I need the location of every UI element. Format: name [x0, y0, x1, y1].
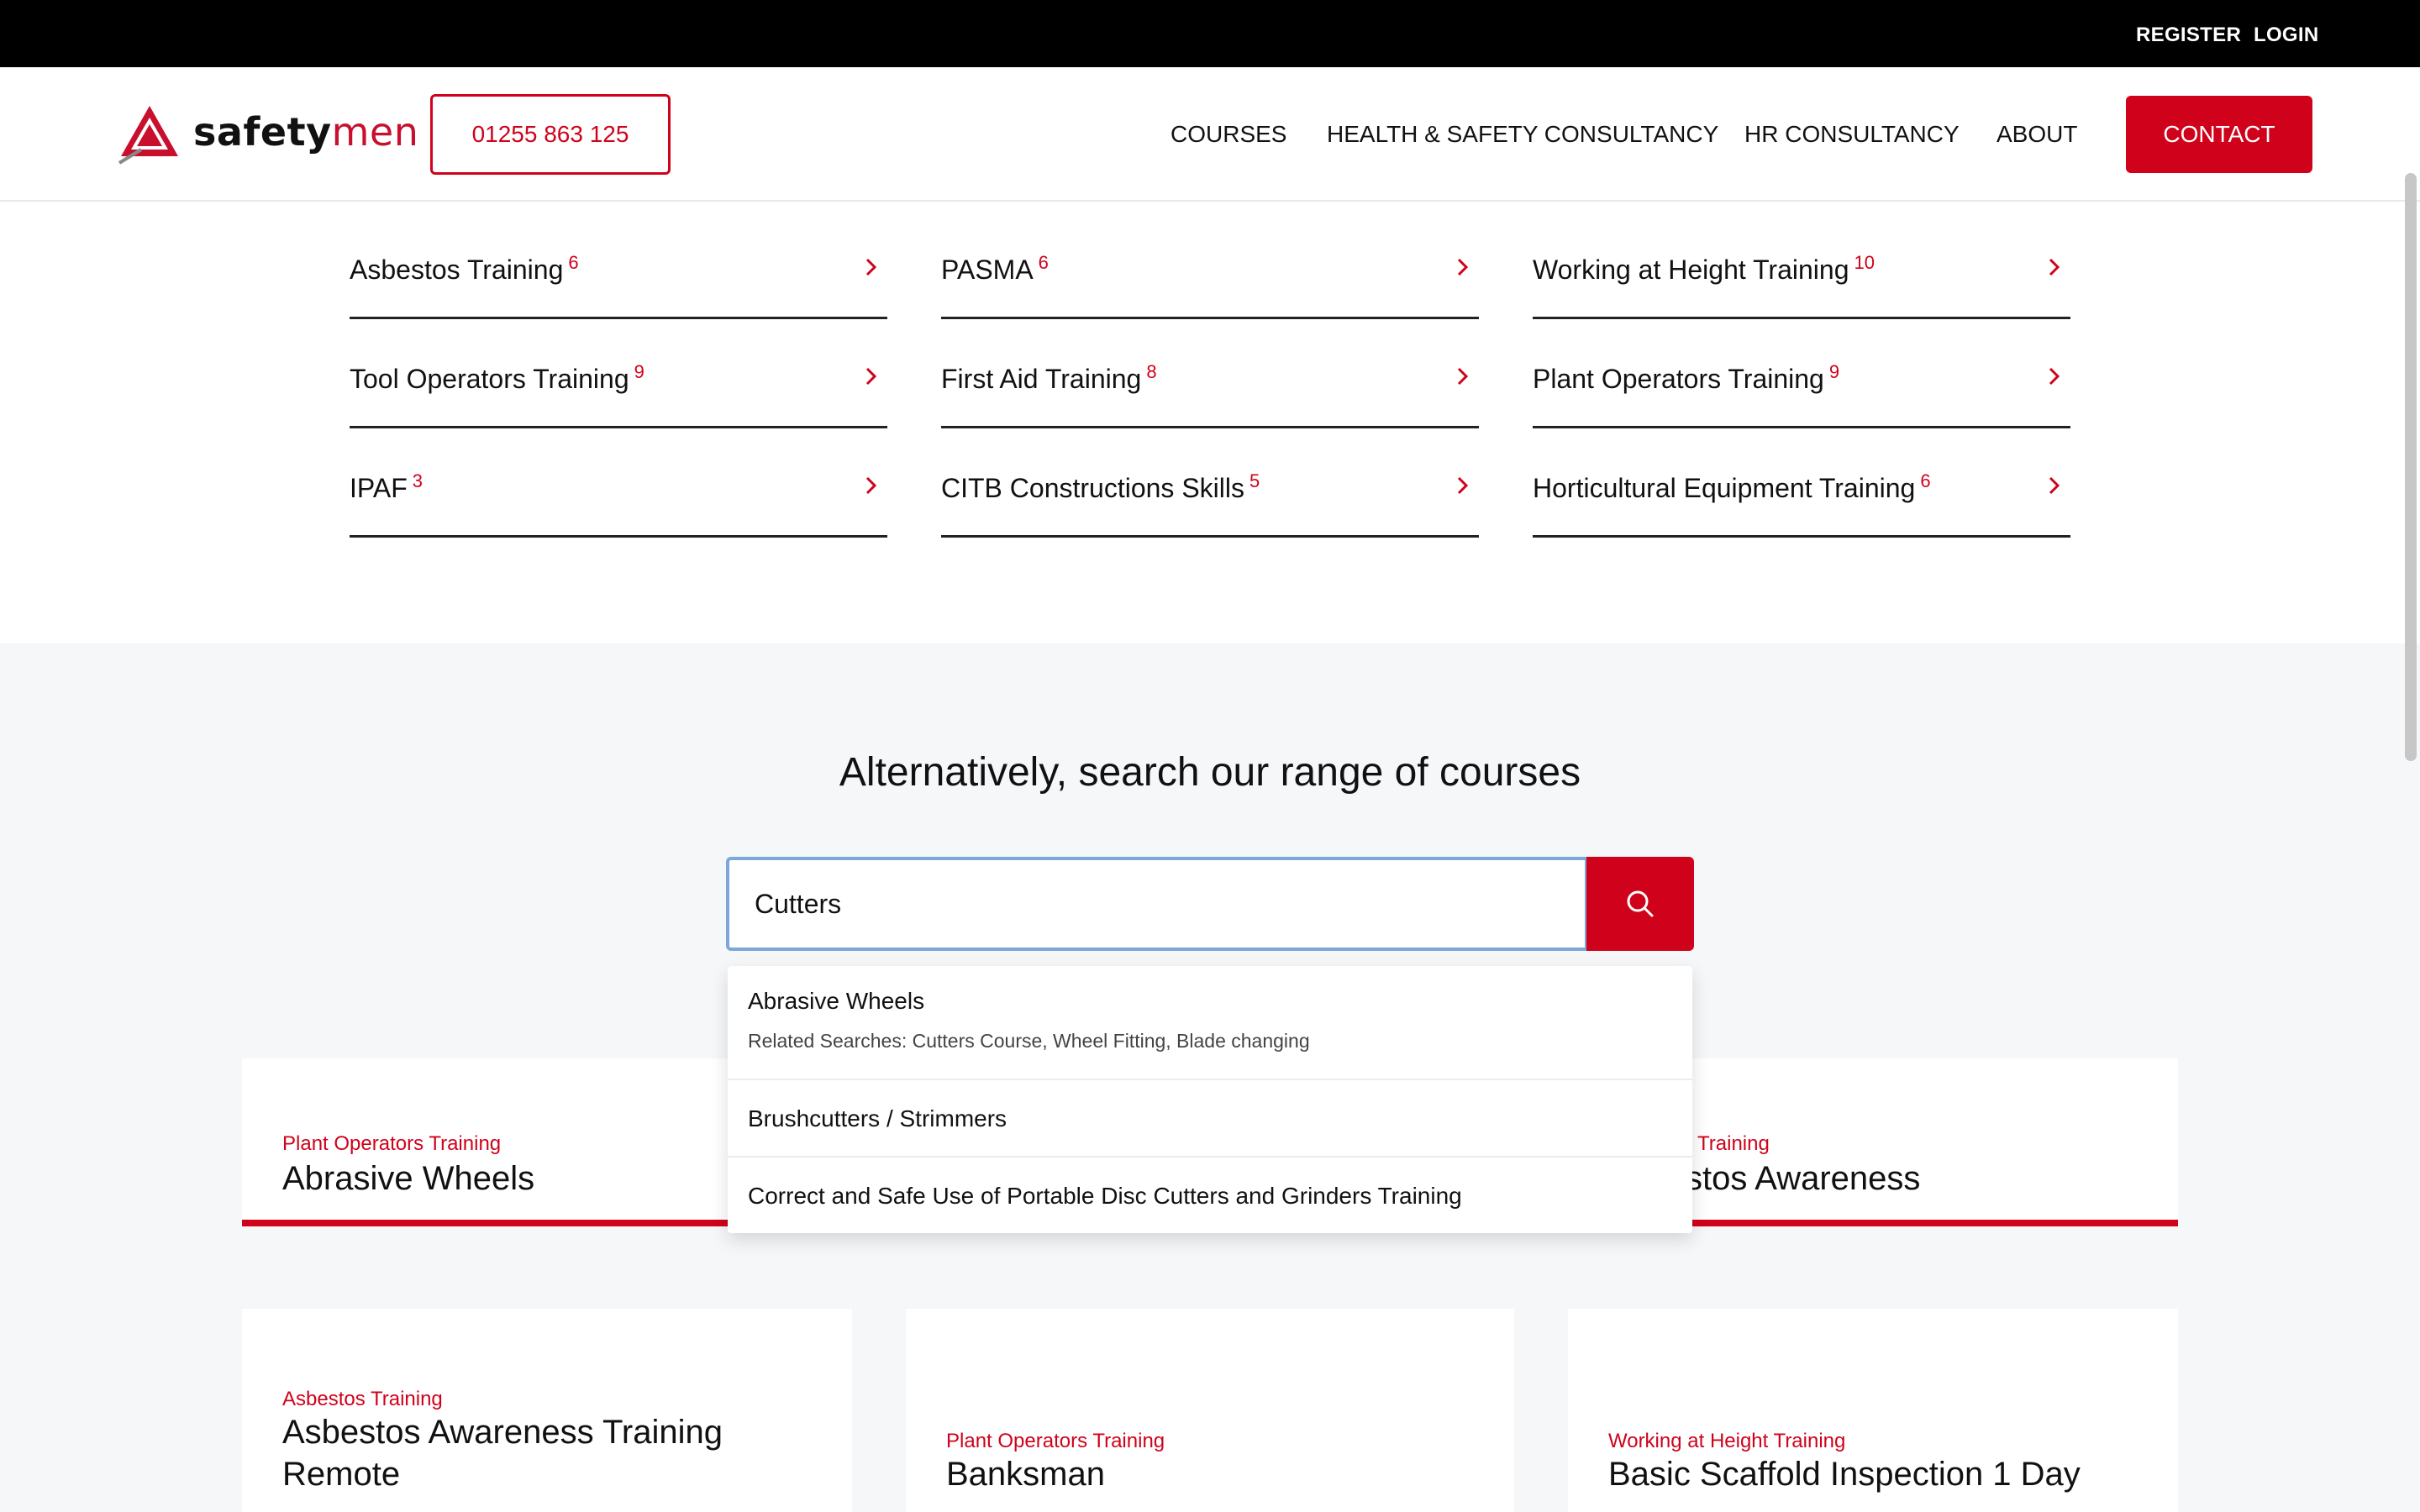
suggestion-item[interactable]: Correct and Safe Use of Portable Disc Cu…: [728, 1158, 1692, 1233]
category-item[interactable]: Asbestos Training 6: [350, 210, 887, 319]
search-input[interactable]: [726, 857, 1588, 951]
category-label: PASMA: [941, 255, 1034, 285]
category-label: Working at Height Training: [1533, 255, 1849, 285]
category-label: Plant Operators Training: [1533, 364, 1824, 394]
category-count: 10: [1854, 252, 1875, 273]
nav-health-safety-consultancy[interactable]: HEALTH & SAFETY CONSULTANCY: [1327, 121, 1718, 148]
category-label: Horticultural Equipment Training: [1533, 473, 1916, 503]
nav-courses[interactable]: COURSES: [1171, 121, 1286, 148]
category-count: 8: [1146, 361, 1157, 382]
search-suggestions: Abrasive Wheels Related Searches: Cutter…: [728, 966, 1692, 1233]
category-item[interactable]: Working at Height Training 10: [1533, 210, 2070, 319]
category-item[interactable]: CITB Constructions Skills 5: [941, 428, 1479, 538]
suggestion-title: Abrasive Wheels: [748, 988, 925, 1014]
course-card[interactable]: Working at Height Training Basic Scaffol…: [1568, 1309, 2178, 1512]
suggestion-title: Brushcutters / Strimmers: [748, 1105, 1007, 1131]
logo-text-safety: safety: [193, 109, 332, 155]
chevron-right-icon: [865, 476, 877, 495]
category-label: CITB Constructions Skills: [941, 473, 1244, 503]
chevron-right-icon: [2049, 367, 2060, 386]
course-card-title: Asbestos Awareness Training Remote: [282, 1414, 723, 1493]
category-label: IPAF: [350, 473, 408, 503]
suggestion-title: Correct and Safe Use of Portable Disc Cu…: [748, 1183, 1462, 1209]
course-card-title: Abrasive Wheels: [282, 1160, 535, 1197]
chevron-right-icon: [1457, 476, 1469, 495]
category-item[interactable]: Tool Operators Training 9: [350, 319, 887, 428]
search-icon: [1627, 890, 1654, 917]
chevron-right-icon: [865, 367, 877, 386]
nav-hr-consultancy[interactable]: HR CONSULTANCY: [1744, 121, 1960, 148]
category-item[interactable]: IPAF 3: [350, 428, 887, 538]
chevron-right-icon: [2049, 258, 2060, 276]
course-card-category: Training: [1697, 1132, 1770, 1155]
category-label: Tool Operators Training: [350, 364, 629, 394]
category-count: 6: [1038, 252, 1049, 273]
search-button[interactable]: [1586, 857, 1694, 951]
logo-triangle-icon: [118, 106, 178, 165]
course-card-category: Working at Height Training: [1608, 1430, 1846, 1452]
category-item[interactable]: PASMA 6: [941, 210, 1479, 319]
logo-text: safetymen: [193, 109, 418, 155]
course-card-category: Asbestos Training: [282, 1388, 443, 1410]
site-header: safetymen 01255 863 125 COURSES HEALTH &…: [0, 67, 2420, 202]
suggestion-item[interactable]: Abrasive Wheels Related Searches: Cutter…: [728, 966, 1692, 1080]
course-card-category: Plant Operators Training: [946, 1430, 1165, 1452]
logo[interactable]: safetymen: [116, 101, 418, 168]
course-card-category: Plant Operators Training: [282, 1132, 502, 1155]
suggestion-related: Related Searches: Cutters Course, Wheel …: [748, 1030, 1310, 1052]
logo-text-men: men: [331, 109, 419, 155]
register-link[interactable]: REGISTER: [2136, 24, 2241, 47]
suggestion-item[interactable]: Brushcutters / Strimmers: [728, 1080, 1692, 1158]
chevron-right-icon: [865, 258, 877, 276]
category-item[interactable]: Plant Operators Training 9: [1533, 319, 2070, 428]
search-title: Alternatively, search our range of cours…: [839, 750, 1581, 795]
course-card[interactable]: Asbestos Training Asbestos Awareness Tra…: [242, 1309, 852, 1512]
category-count: 3: [412, 470, 423, 491]
course-card-title: Banksman: [946, 1456, 1105, 1493]
category-count: 9: [1828, 361, 1840, 382]
chevron-right-icon: [1457, 258, 1469, 276]
nav-about[interactable]: ABOUT: [1996, 121, 2077, 148]
category-count: 6: [568, 252, 579, 273]
category-count: 6: [1920, 470, 1931, 491]
category-label: First Aid Training: [941, 364, 1142, 394]
login-link[interactable]: LOGIN: [2254, 24, 2319, 47]
chevron-right-icon: [1457, 367, 1469, 386]
category-item[interactable]: Horticultural Equipment Training 6: [1533, 428, 2070, 538]
category-count: 9: [634, 361, 644, 382]
chevron-right-icon: [2049, 476, 2060, 495]
top-bar: REGISTER LOGIN: [0, 0, 2420, 67]
contact-button[interactable]: CONTACT: [2126, 96, 2312, 173]
category-count: 5: [1249, 470, 1260, 491]
course-card-title: Basic Scaffold Inspection 1 Day: [1608, 1456, 2081, 1493]
phone-button[interactable]: 01255 863 125: [430, 94, 671, 175]
category-label: Asbestos Training: [350, 255, 564, 285]
course-card[interactable]: Plant Operators Training Banksman: [906, 1309, 1514, 1512]
category-item[interactable]: First Aid Training 8: [941, 319, 1479, 428]
course-card-title: stos Awareness: [1686, 1160, 1921, 1197]
page-scrollbar[interactable]: [2405, 173, 2417, 761]
